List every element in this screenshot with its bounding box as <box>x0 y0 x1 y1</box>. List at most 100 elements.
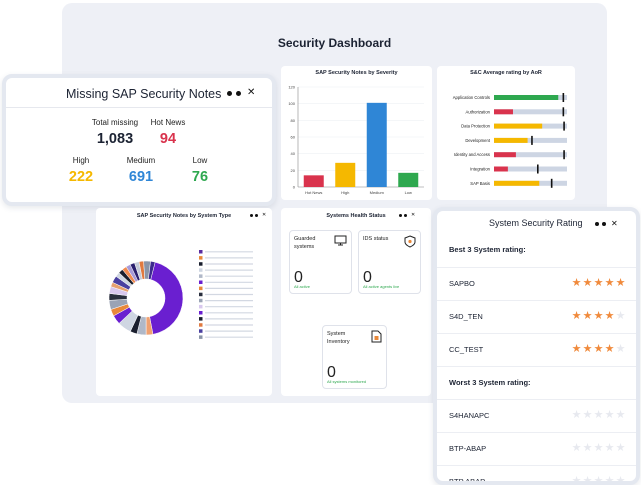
aor-target-marker <box>537 164 539 174</box>
legend-swatch <box>199 286 203 291</box>
guarded-systems-status: All active <box>294 284 311 289</box>
worst-systems-heading: Worst 3 System rating: <box>449 378 531 387</box>
more-dot-icon[interactable] <box>602 222 606 226</box>
legend-swatch <box>199 262 203 266</box>
y-tick-label: 100 <box>288 101 295 106</box>
system-type-card: SAP Security Notes by System Type ✕ <box>96 208 272 396</box>
aor-target-marker <box>562 93 565 102</box>
star-icon: ★ <box>571 475 582 485</box>
severity-bar[interactable] <box>335 162 356 187</box>
star-rating: ★★★★★ <box>571 342 626 355</box>
system-name: S4D_TEN <box>449 312 483 321</box>
legend-swatch <box>199 311 203 315</box>
security-rating-title: System Security Rating <box>489 218 583 228</box>
y-tick-label: 120 <box>288 85 295 90</box>
star-icon: ★ <box>615 475 626 485</box>
guarded-systems-tile[interactable]: Guarded systems 0 All active <box>289 230 352 294</box>
y-tick-label: 80 <box>291 118 296 123</box>
star-icon: ★ <box>582 343 593 355</box>
star-icon: ★ <box>571 409 582 421</box>
missing-notes-card: Missing SAP Security Notes ✕ Total missi… <box>2 74 276 206</box>
x-tick-label: High <box>341 190 349 195</box>
legend-swatch <box>199 292 203 297</box>
rating-row[interactable]: CC_TEST ★★★★★ <box>437 333 636 363</box>
aor-category-label: Authorization <box>466 109 491 114</box>
system-inventory-tile[interactable]: System Inventory 0 All systems monitored <box>322 325 387 389</box>
aor-category-label: Development <box>465 138 491 143</box>
guarded-systems-label: Guarded systems <box>294 236 316 250</box>
star-rating: ★★★★★ <box>571 441 626 454</box>
monitor-icon <box>334 235 347 246</box>
total-missing-label: Total missing <box>91 118 139 127</box>
aor-bar[interactable] <box>494 180 540 186</box>
close-icon[interactable]: ✕ <box>262 213 266 218</box>
hot-news-label: Hot News <box>150 118 186 127</box>
aor-bar[interactable] <box>494 109 513 115</box>
severity-bar[interactable] <box>366 102 387 187</box>
close-icon[interactable]: ✕ <box>411 213 415 218</box>
donut-slice[interactable] <box>149 261 184 335</box>
more-dot-icon[interactable] <box>227 90 232 96</box>
shield-alert-icon <box>404 235 416 248</box>
star-icon: ★ <box>593 310 604 322</box>
star-icon: ★ <box>615 442 626 454</box>
y-tick-label: 40 <box>291 151 296 156</box>
card-controls: ✕ <box>227 88 255 98</box>
system-name: CC_TEST <box>449 345 484 354</box>
more-dot-icon[interactable] <box>250 213 253 217</box>
legend-swatch <box>199 317 203 321</box>
star-icon: ★ <box>582 409 593 421</box>
legend-swatch <box>199 304 203 309</box>
rating-row[interactable]: BTP-ABAP ★★★★★ <box>437 432 636 462</box>
rating-row[interactable]: S4D_TEN ★★★★★ <box>437 300 636 330</box>
aor-bar[interactable] <box>494 152 516 158</box>
star-icon: ★ <box>615 310 626 322</box>
more-dot-icon[interactable] <box>404 213 407 217</box>
close-icon[interactable]: ✕ <box>247 88 255 98</box>
rating-row[interactable]: BTP ABAP ★★★★★ <box>437 465 636 485</box>
system-inventory-status: All systems monitored <box>327 379 367 384</box>
aor-bar[interactable] <box>494 123 543 129</box>
aor-bar[interactable] <box>494 137 528 143</box>
missing-notes-header: Missing SAP Security Notes ✕ <box>6 78 272 108</box>
more-dot-icon[interactable] <box>255 213 258 217</box>
system-name: BTP ABAP <box>449 477 486 485</box>
ids-status-tile[interactable]: IDS status 0 All active agents live <box>358 230 421 294</box>
rating-row[interactable]: SAPBO ★★★★★ <box>437 267 636 297</box>
more-dot-icon[interactable] <box>595 222 599 226</box>
severity-bar[interactable] <box>398 172 419 187</box>
severity-chart-card: SAP Security Notes by Severity 0 20 40 60 80… <box>281 66 432 200</box>
ids-status-label: IDS status <box>363 236 389 242</box>
legend-swatch <box>199 268 203 272</box>
aor-bar[interactable] <box>494 166 508 172</box>
star-icon: ★ <box>593 343 604 355</box>
system-type-title: SAP Security Notes by System Type <box>136 213 232 219</box>
aor-target-marker <box>550 178 553 188</box>
dashboard-title: Security Dashboard <box>277 36 392 50</box>
star-icon: ★ <box>615 277 626 289</box>
system-name: S4HANAPC <box>449 411 490 420</box>
rating-row[interactable]: S4HANAPC ★★★★★ <box>437 399 636 429</box>
more-dot-icon[interactable] <box>399 213 402 217</box>
card-controls: ✕ <box>595 220 618 228</box>
health-status-card: Systems Health Status ✕ Guarded systems … <box>281 208 431 396</box>
severity-chart: 0 20 40 60 80 100 120 Hot News High Medium Low <box>288 85 424 195</box>
x-tick-label: Medium <box>370 190 385 195</box>
high-value: 222 <box>68 169 94 185</box>
aor-bar[interactable] <box>494 95 559 100</box>
star-icon: ★ <box>571 343 582 355</box>
low-label: Low <box>192 156 208 165</box>
star-icon: ★ <box>571 277 582 289</box>
star-icon: ★ <box>571 310 582 322</box>
aor-chart: Application Controls Authorization Data Pr… <box>453 93 567 188</box>
close-icon[interactable]: ✕ <box>611 220 618 228</box>
star-icon: ★ <box>593 475 604 485</box>
security-rating-card: System Security Rating ✕ Best 3 System r… <box>433 207 640 485</box>
y-tick-label: 60 <box>291 135 296 140</box>
star-icon: ★ <box>604 409 615 421</box>
severity-bar[interactable] <box>303 175 324 187</box>
star-icon: ★ <box>582 310 593 322</box>
more-dot-icon[interactable] <box>236 90 241 96</box>
aor-category-label: Data Protection <box>461 124 491 129</box>
card-controls: ✕ <box>250 213 266 218</box>
